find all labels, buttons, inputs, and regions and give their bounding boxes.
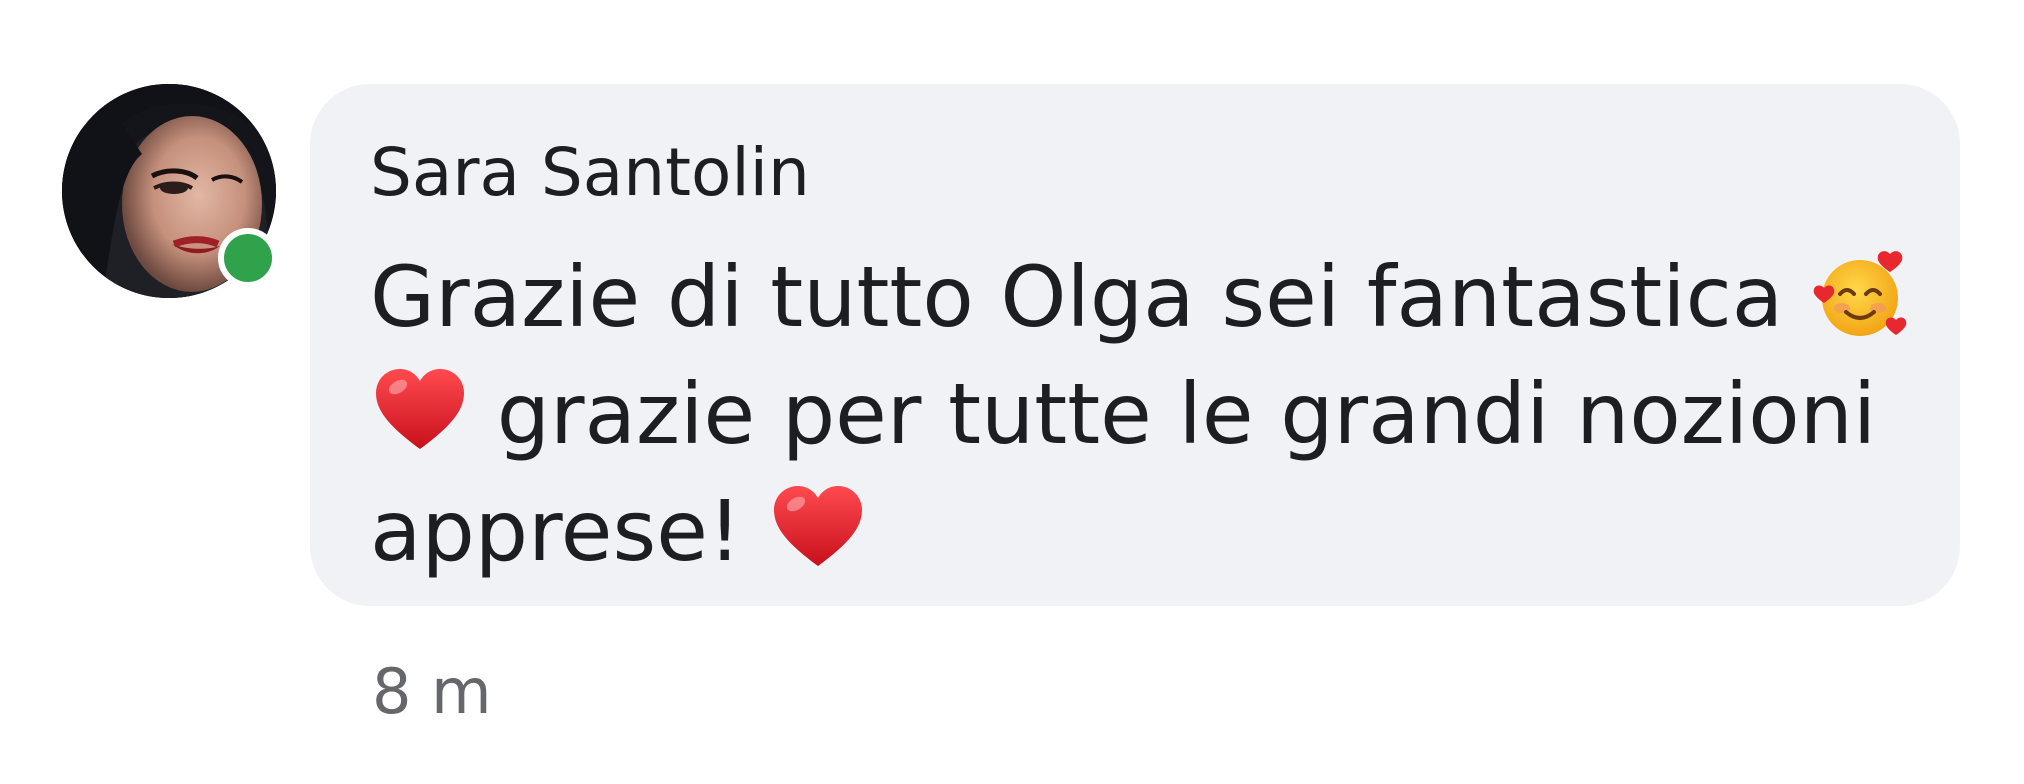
comment-line-3: apprese! [370,473,1930,590]
red-heart-icon [370,361,470,461]
comment-line-1: Grazie di tutto Olga sei fantastica [370,239,1930,356]
comment-timestamp[interactable]: 8 m [372,652,492,732]
comment-text: Grazie di tutto Olga sei fantastica graz… [370,239,1930,590]
comment-line-2: grazie per tutte le grandi nozioni [370,356,1930,473]
comment-text-segment: Grazie di tutto Olga sei fantastica [370,248,1784,346]
red-heart-icon [768,478,868,578]
avatar-container[interactable] [62,84,278,298]
comment-bubble: Sara Santolin Grazie di tutto Olga sei f… [310,84,1960,606]
author-name[interactable]: Sara Santolin [370,128,810,218]
comment-text-segment: grazie per tutte le grandi nozioni [496,365,1877,463]
online-status-dot [218,228,278,288]
smiling-face-with-hearts-icon [1810,244,1910,344]
comment-text-segment: apprese! [370,482,742,580]
comment: Sara Santolin Grazie di tutto Olga sei f… [0,0,2024,784]
